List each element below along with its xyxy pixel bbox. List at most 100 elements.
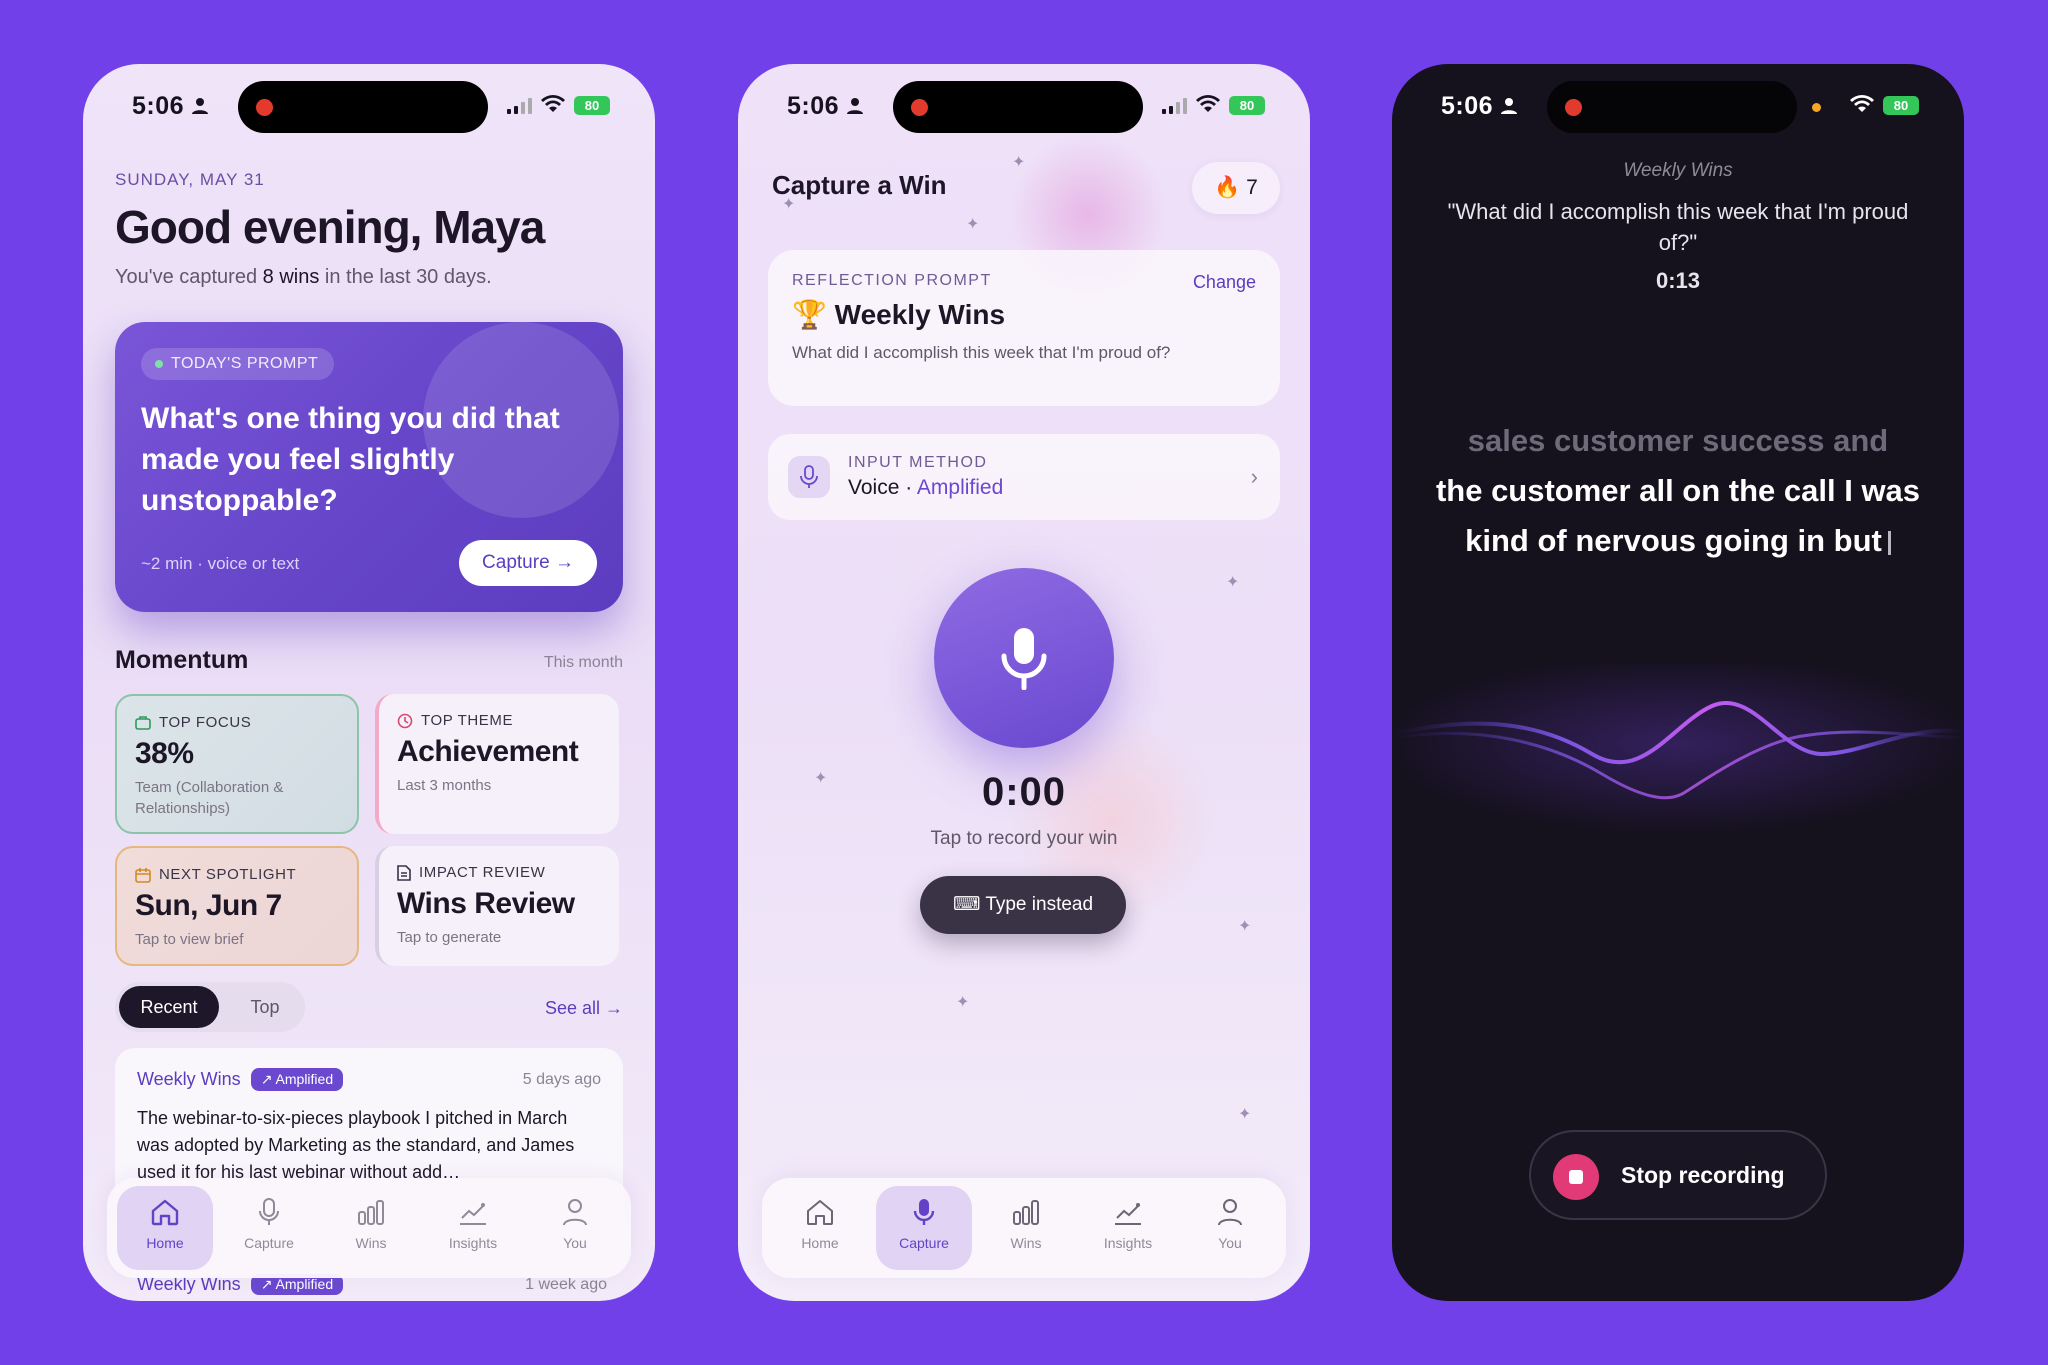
- record-button[interactable]: [934, 568, 1114, 748]
- streak-badge[interactable]: 🔥 7: [1192, 162, 1280, 214]
- home-icon: [151, 1199, 179, 1226]
- tab-wins[interactable]: Wins: [323, 1186, 419, 1270]
- dynamic-island: [1547, 81, 1797, 133]
- page-title: Good evening, Maya: [115, 201, 545, 253]
- stop-icon: [1553, 1154, 1599, 1200]
- person-icon: [1501, 98, 1517, 114]
- prompt-question: "What did I accomplish this week that I'…: [1447, 199, 1909, 255]
- reflection-prompt-card: REFLECTION PROMPT Change 🏆 Weekly Wins W…: [768, 250, 1280, 406]
- signal-icon: [1162, 98, 1187, 114]
- tab-capture[interactable]: Capture: [876, 1186, 972, 1270]
- tab-home[interactable]: Home: [117, 1186, 213, 1270]
- live-transcript: sales customer success and the customer …: [1435, 423, 1921, 558]
- microphone-icon: [800, 465, 818, 488]
- capture-button[interactable]: Capture →: [459, 540, 597, 586]
- text-cursor: [1887, 531, 1891, 555]
- sparkle-icon: ✦: [1012, 154, 1026, 171]
- status-bar: 5:06 80: [83, 64, 655, 150]
- record-timer: 0:00: [981, 770, 1067, 814]
- wifi-icon: [541, 95, 565, 112]
- trend-chart-icon: [460, 1203, 486, 1225]
- document-icon: [397, 864, 411, 881]
- bar-chart-icon: [1013, 1200, 1039, 1225]
- microphone-icon: [913, 1199, 935, 1225]
- segment-recent[interactable]: Recent: [119, 986, 219, 1028]
- date-label: SUNDAY, MAY 31: [115, 170, 265, 189]
- tab-bar: Home Capture Wins Insights You: [762, 1178, 1286, 1278]
- impact-review-card[interactable]: IMPACT REVIEW Wins Review Tap to generat…: [375, 846, 619, 966]
- prompt-question: What's one thing you did that made you f…: [141, 402, 560, 517]
- elapsed-timer: 0:13: [1655, 268, 1701, 293]
- user-icon: [1218, 1199, 1242, 1226]
- calendar-icon: [135, 867, 151, 883]
- record-hint: Tap to record your win: [930, 828, 1118, 849]
- stop-recording-button[interactable]: Stop recording: [1529, 1130, 1827, 1220]
- tab-insights[interactable]: Insights: [1080, 1186, 1176, 1270]
- change-prompt-link[interactable]: Change: [1193, 272, 1256, 293]
- wins-summary: You've captured 8 wins in the last 30 da…: [115, 266, 492, 288]
- next-spotlight-card[interactable]: NEXT SPOTLIGHT Sun, Jun 7 Tap to view br…: [115, 846, 359, 966]
- microphone-icon: [259, 1198, 279, 1225]
- segment-top[interactable]: Top: [235, 986, 295, 1028]
- tab-wins[interactable]: Wins: [978, 1186, 1074, 1270]
- wins-segment-control: Recent Top: [115, 982, 305, 1032]
- see-all-link[interactable]: See all →: [545, 998, 623, 1019]
- sparkle-icon: ✦: [956, 994, 970, 1011]
- home-screen: 5:06 80 SUNDAY, MAY 31 Good evening, May…: [83, 64, 655, 1301]
- recording-dot: [911, 99, 928, 116]
- top-theme-card[interactable]: TOP THEME Achievement Last 3 months: [375, 694, 619, 834]
- status-time: 5:06: [787, 92, 840, 120]
- bar-chart-icon: [358, 1200, 384, 1225]
- input-method-selector[interactable]: INPUT METHOD Voice · Amplified ›: [768, 434, 1280, 520]
- person-icon: [192, 98, 208, 114]
- mic-in-use-indicator: [1812, 103, 1821, 112]
- trend-chart-icon: [1115, 1203, 1141, 1225]
- sparkle-icon: ✦: [1238, 1106, 1252, 1123]
- home-icon: [807, 1200, 833, 1225]
- sparkle-icon: ✦: [966, 216, 980, 233]
- prompt-category: Weekly Wins: [1623, 160, 1733, 181]
- microphone-icon: [1001, 628, 1047, 690]
- keyboard-icon: ⌨: [952, 894, 981, 915]
- tab-you[interactable]: You: [527, 1186, 623, 1270]
- momentum-heading: Momentum: [115, 646, 249, 674]
- wifi-icon: [1196, 95, 1220, 112]
- recording-screen: 5:06 80 Weekly Wins "What did I accompli…: [1392, 64, 1964, 1301]
- battery-indicator: 80: [574, 96, 610, 115]
- briefcase-icon: [135, 715, 151, 730]
- clock-icon: [397, 713, 413, 728]
- prompt-chip: TODAY'S PROMPT: [141, 348, 335, 380]
- fire-icon: 🔥: [1214, 176, 1241, 199]
- momentum-period: This month: [543, 654, 623, 671]
- page-title: Capture a Win: [772, 170, 947, 200]
- user-icon: [563, 1199, 587, 1226]
- type-instead-button[interactable]: ⌨ Type instead: [920, 876, 1126, 934]
- tab-bar: Home Capture Wins Insights You: [107, 1178, 631, 1278]
- tab-you[interactable]: You: [1182, 1186, 1278, 1270]
- sparkle-icon: ✦: [1238, 918, 1252, 935]
- tab-insights[interactable]: Insights: [425, 1186, 521, 1270]
- todays-prompt-card[interactable]: TODAY'S PROMPT What's one thing you did …: [115, 322, 623, 612]
- recording-dot: [1565, 99, 1582, 116]
- capture-screen: ✦ ✦ ✦ ✦ ✦ ✦ ✦ ✦ 5:06 80 Capture a Win 🔥 …: [738, 64, 1310, 1301]
- tab-capture[interactable]: Capture: [221, 1186, 317, 1270]
- tab-home[interactable]: Home: [772, 1186, 868, 1270]
- arrow-right-icon: →: [554, 552, 574, 573]
- wifi-icon: [1850, 95, 1874, 112]
- prompt-meta: ~2 min · voice or text: [141, 554, 300, 573]
- status-bar: 5:06 80: [1392, 64, 1964, 150]
- sparkle-icon: ✦: [1226, 574, 1240, 591]
- top-focus-card[interactable]: TOP FOCUS 38% Team (Collaboration & Rela…: [115, 694, 359, 834]
- amplified-badge: ↗ Amplified: [250, 1068, 344, 1091]
- status-time: 5:06: [132, 92, 185, 120]
- status-time: 5:06: [1441, 92, 1494, 120]
- battery-indicator: 80: [1883, 96, 1919, 115]
- dynamic-island: [893, 81, 1143, 133]
- battery-indicator: 80: [1229, 96, 1265, 115]
- audio-waveform: [1392, 664, 1964, 834]
- status-bar: 5:06 80: [738, 64, 1310, 150]
- signal-icon: [507, 98, 532, 114]
- dynamic-island: [238, 81, 488, 133]
- recording-dot: [256, 99, 273, 116]
- person-icon: [847, 98, 863, 114]
